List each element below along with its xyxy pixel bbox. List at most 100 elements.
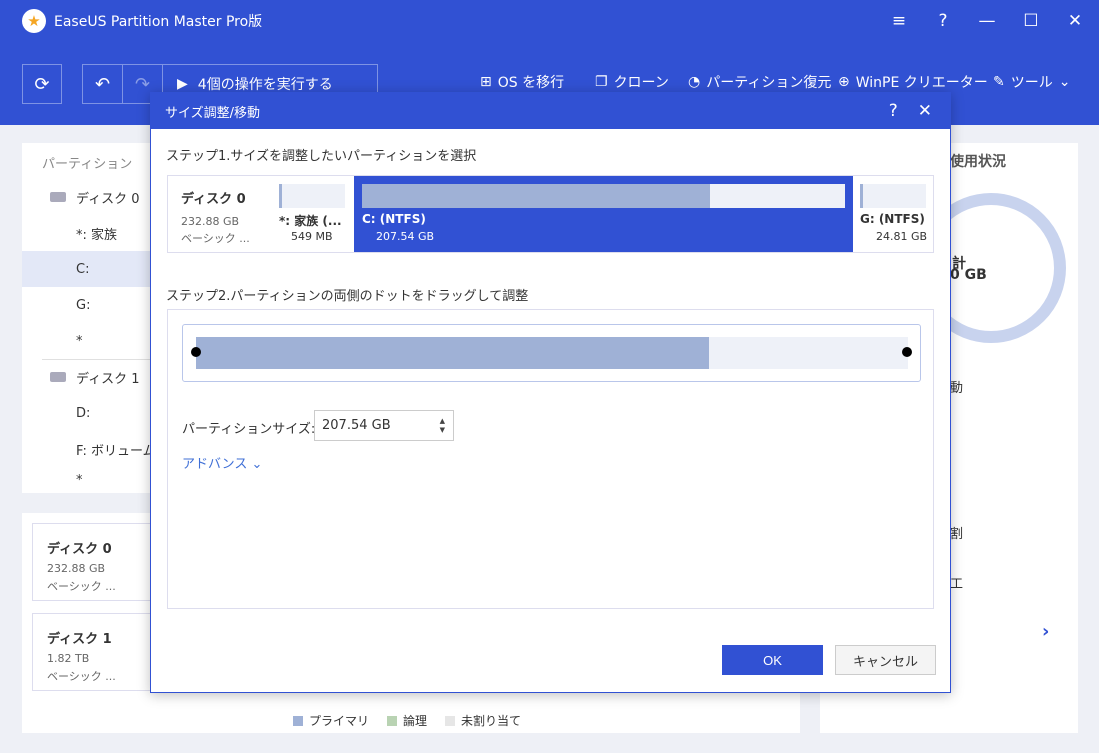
legend-label: 未割り当て: [461, 714, 522, 728]
partition-recovery-label: パーティション復元: [706, 75, 832, 91]
partition-c-selected[interactable]: C: (NTFS) 207.54 GB: [354, 176, 853, 252]
tree-item-label: C:: [76, 261, 90, 277]
dialog-close-icon[interactable]: ✕: [918, 101, 932, 121]
disk-card-size: 1.82 TB: [47, 652, 90, 665]
partition-bar: [860, 184, 926, 208]
partition-size-input[interactable]: 207.54 GB ▲ ▼: [314, 410, 454, 441]
tools-button[interactable]: ✎ ツール ⌄: [993, 72, 1070, 92]
partition-name: G: (NTFS): [860, 212, 925, 226]
execute-label: 4個の操作を実行する: [197, 77, 333, 93]
size-spinner[interactable]: ▲ ▼: [440, 417, 445, 435]
dialog-disk-type: ベーシック ...: [181, 232, 250, 245]
chevron-right-icon[interactable]: ›: [1042, 621, 1049, 642]
action-item[interactable]: 工: [950, 573, 963, 592]
redo-icon: ↷: [134, 73, 151, 95]
partition-bar: [279, 184, 345, 208]
window-controls: ≡ ? — ☐ ✕: [889, 0, 1085, 42]
partition-usage-fill: [860, 184, 864, 208]
advanced-toggle[interactable]: アドバンス ⌄: [182, 453, 262, 472]
execute-button[interactable]: ▶ 4個の操作を実行する: [163, 74, 333, 94]
resize-move-dialog: サイズ調整/移動 ? ✕ ステップ1.サイズを調整したいパーティションを選択 デ…: [150, 92, 951, 693]
partition-size: 24.81 GB: [876, 230, 928, 243]
partition-size-value: 207.54 GB: [322, 418, 391, 433]
resize-slider: [182, 324, 921, 382]
slider-track: [196, 337, 908, 369]
dialog-disk-map: ディスク 0 232.88 GB ベーシック ... *: 家族 (... 54…: [167, 175, 934, 253]
dialog-title-bar: サイズ調整/移動 ? ✕: [151, 93, 950, 129]
partition-name: *: 家族 (...: [279, 214, 342, 228]
dialog-controls: ? ✕: [889, 93, 932, 129]
undo-button[interactable]: ↶: [83, 65, 123, 103]
dialog-help-icon[interactable]: ?: [889, 101, 898, 121]
wrench-icon: ✎: [993, 74, 1005, 90]
windows-icon: ⊞: [480, 74, 492, 90]
disk-card-type: ベーシック ...: [47, 580, 116, 593]
partition-name: C: (NTFS): [362, 212, 426, 226]
dialog-title: サイズ調整/移動: [165, 105, 260, 121]
os-migrate-button[interactable]: ⊞ OS を移行: [480, 72, 564, 92]
winpe-label: WinPE クリエーター: [855, 75, 988, 91]
undo-icon: ↶: [94, 73, 111, 95]
title-bar: ★ EaseUS Partition Master Pro版 ≡ ? — ☐ ✕: [0, 0, 1099, 42]
partition-usage-fill: [279, 184, 283, 208]
clone-icon: ❐: [595, 74, 608, 90]
menu-icon[interactable]: ≡: [889, 11, 909, 31]
legend-swatch: [293, 715, 303, 726]
minimize-icon[interactable]: —: [977, 11, 997, 31]
legend-label: プライマリ: [309, 714, 370, 728]
slider-left-handle[interactable]: [191, 347, 201, 357]
os-migrate-label: OS を移行: [497, 75, 565, 91]
usage-title: 使用状況: [950, 154, 1006, 170]
slider-used-fill: [196, 337, 709, 369]
ok-button[interactable]: OK: [722, 645, 823, 675]
disk-card-size: 232.88 GB: [47, 562, 106, 575]
chevron-down-icon: ⌄: [251, 457, 263, 472]
advanced-label: アドバンス: [182, 457, 248, 472]
maximize-icon[interactable]: ☐: [1021, 11, 1041, 31]
partition-size: 549 MB: [291, 230, 333, 243]
disk-card-name: ディスク 1: [47, 632, 112, 647]
partition-family[interactable]: *: 家族 (... 549 MB: [279, 176, 351, 252]
tree-item-label: ディスク 0: [76, 191, 140, 207]
plus-circle-icon: ⊕: [838, 74, 850, 90]
refresh-button[interactable]: ⟳: [22, 64, 62, 104]
slider-right-handle[interactable]: [902, 347, 912, 357]
winpe-button[interactable]: ⊕ WinPE クリエーター: [838, 72, 988, 92]
tree-item-label: *: 家族: [76, 227, 118, 243]
step1-label: ステップ1.サイズを調整したいパーティションを選択: [166, 149, 477, 164]
disk-icon: [50, 192, 66, 202]
action-item[interactable]: 割: [950, 523, 963, 542]
pie-icon: ◔: [688, 74, 701, 90]
help-icon[interactable]: ?: [933, 11, 953, 31]
play-icon: ▶: [177, 76, 188, 92]
usage-total-value: 0 GB: [950, 267, 987, 283]
app-logo-icon: ★: [22, 9, 46, 33]
cancel-button[interactable]: キャンセル: [835, 645, 936, 675]
legend-unallocated: 未割り当て: [445, 712, 521, 729]
spin-up-icon[interactable]: ▲: [440, 417, 445, 426]
legend-logical: 論理: [387, 712, 427, 729]
step2-label: ステップ2.パーティションの両側のドットをドラッグして調整: [166, 289, 529, 304]
dialog-disk-name: ディスク 0: [181, 192, 246, 207]
tree-item-label: F: ボリューム: [76, 443, 156, 459]
tree-item-label: *: [76, 472, 83, 488]
chevron-down-icon: ⌄: [1058, 74, 1071, 90]
partition-size: 207.54 GB: [376, 230, 435, 243]
clone-button[interactable]: ❐ クローン: [595, 72, 669, 92]
app-title: EaseUS Partition Master Pro版: [54, 14, 263, 30]
close-icon[interactable]: ✕: [1065, 11, 1085, 31]
disk-card-type: ベーシック ...: [47, 670, 116, 683]
tree-item-label: D:: [76, 405, 91, 421]
legend-primary: プライマリ: [293, 712, 369, 729]
partition-g[interactable]: G: (NTFS) 24.81 GB: [860, 176, 933, 252]
partition-legend: プライマリ 論理 未割り当て: [293, 712, 521, 729]
action-item[interactable]: 動: [950, 377, 963, 396]
partition-recovery-button[interactable]: ◔ パーティション復元: [688, 72, 831, 92]
tools-label: ツール: [1010, 75, 1053, 91]
clone-label: クローン: [613, 75, 669, 91]
tree-item-label: G:: [76, 297, 91, 313]
dialog-disk-size: 232.88 GB: [181, 215, 240, 228]
spin-down-icon[interactable]: ▼: [440, 426, 445, 435]
resize-area: パーティションサイズ: 207.54 GB ▲ ▼ アドバンス ⌄: [167, 309, 934, 609]
disk-icon: [50, 372, 66, 382]
